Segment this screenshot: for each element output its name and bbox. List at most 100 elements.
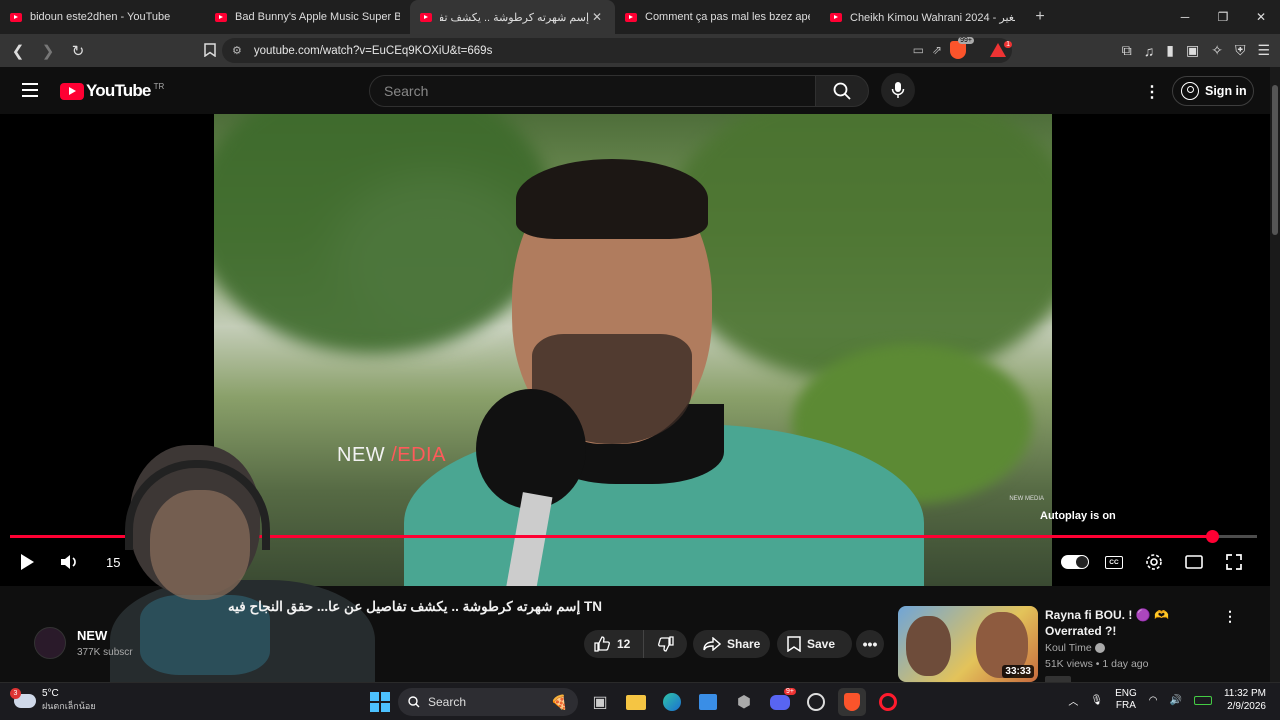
screenshot-icon[interactable]: ⧉ — [1122, 42, 1132, 59]
speaker-icon[interactable]: 🔊 — [1169, 695, 1181, 706]
new-tab-button[interactable]: + — [1025, 8, 1055, 26]
close-window-icon[interactable]: ✕ — [1242, 0, 1280, 34]
cloud-rain-icon: 3 — [10, 687, 36, 708]
screen: bidoun este2dhen - YouTube Bad Bunny's A… — [0, 0, 1280, 720]
channel-name[interactable]: NEW — [77, 628, 107, 643]
corner-watermark: NEW MEDIA — [1009, 496, 1044, 502]
battery-icon[interactable] — [1193, 695, 1212, 705]
tray-microphone-icon[interactable]: 🎙 — [1090, 695, 1103, 706]
verified-icon — [1094, 643, 1105, 654]
tab-title: bidoun este2dhen - YouTube — [30, 11, 171, 23]
voice-search-button[interactable] — [881, 73, 915, 107]
language-indicator[interactable]: ENG FRA — [1115, 688, 1137, 712]
address-bar[interactable]: ⚙ youtube.com/watch?v=EuCEq9KOXiU&t=669s… — [222, 37, 1012, 63]
back-icon[interactable]: ❮ — [6, 39, 30, 63]
site-settings-icon[interactable]: ⚙ — [232, 44, 242, 57]
volume-button[interactable] — [58, 548, 82, 576]
like-button[interactable]: 12 — [584, 630, 644, 658]
wallet-icon[interactable]: ▣ — [1186, 42, 1199, 59]
dislike-button[interactable] — [644, 636, 687, 652]
cast-icon[interactable]: ▭ — [913, 43, 924, 57]
windows-start-icon[interactable] — [370, 692, 390, 712]
search-placeholder: Search — [384, 83, 429, 99]
brave-browser-icon[interactable] — [838, 688, 866, 716]
autoplay-tooltip: Autoplay is on — [1040, 510, 1116, 522]
reload-icon[interactable]: ↻ — [66, 39, 90, 63]
youtube-favicon-icon — [10, 12, 22, 22]
media-icon[interactable]: ♫ — [1144, 43, 1155, 59]
browser-tab[interactable]: Bad Bunny's Apple Music Super Bowl — [205, 0, 410, 34]
window-controls: ─ ❐ ✕ — [1166, 0, 1280, 34]
youtube-favicon-icon — [830, 12, 842, 22]
play-button[interactable] — [15, 548, 39, 576]
store-icon[interactable] — [694, 688, 722, 716]
more-actions-button[interactable]: ••• — [856, 630, 884, 658]
clock[interactable]: 11:32 PM 2/9/2026 — [1224, 687, 1266, 713]
subtitles-button[interactable]: CC — [1102, 548, 1126, 576]
wifi-icon[interactable]: ◠ — [1149, 695, 1158, 706]
guide-menu-icon[interactable] — [22, 83, 38, 97]
search-button[interactable] — [815, 75, 869, 107]
brave-shields-icon[interactable]: 99+ — [950, 37, 974, 59]
sign-in-button[interactable]: Sign in — [1172, 76, 1254, 106]
recommended-more-icon[interactable]: ⋮ — [1223, 608, 1237, 625]
save-button[interactable]: Save — [777, 630, 852, 658]
browser-tab-strip: bidoun este2dhen - YouTube Bad Bunny's A… — [0, 0, 1280, 34]
browser-tab[interactable]: bidoun este2dhen - YouTube — [0, 0, 205, 34]
file-explorer-icon[interactable] — [622, 688, 650, 716]
theater-mode-button[interactable] — [1182, 548, 1206, 576]
time: 11:32 PM — [1223, 688, 1266, 699]
app-icon[interactable]: ⬢ — [730, 688, 758, 716]
youtube-favicon-icon — [420, 12, 432, 22]
recommended-channel[interactable]: Koul Time — [1045, 642, 1105, 654]
share-arrow-icon — [703, 637, 721, 651]
recommended-thumbnail[interactable]: 33:33 — [898, 606, 1038, 682]
browser-tab[interactable]: Comment ça pas mal les bzez apex ? — [615, 0, 820, 34]
sidebar-icon[interactable]: ▮ — [1166, 42, 1174, 59]
like-dislike-group: 12 — [584, 630, 687, 658]
fullscreen-button[interactable] — [1222, 548, 1246, 576]
forward-icon[interactable]: ❯ — [36, 39, 60, 63]
steam-icon[interactable] — [802, 688, 830, 716]
youtube-logo[interactable]: YouTube TR — [60, 81, 164, 101]
country-code: TR — [153, 81, 165, 91]
taskbar-search[interactable]: Search 🍕 — [398, 688, 578, 716]
discord-icon[interactable]: 9+ — [766, 688, 796, 716]
tray-overflow-icon[interactable]: ︿ — [1068, 693, 1078, 708]
brave-rewards-icon[interactable]: 1 — [990, 41, 1012, 57]
leo-ai-icon[interactable]: ✧ — [1211, 42, 1223, 59]
date: 2/9/2026 — [1227, 701, 1266, 712]
browser-tab[interactable]: Cheikh Kimou Wahrani 2024 - وصغير — [820, 0, 1025, 34]
settings-kebab-icon[interactable]: ⋮ — [1144, 82, 1160, 102]
autoplay-toggle[interactable] — [1060, 548, 1090, 576]
discord-badge: 9+ — [784, 688, 796, 695]
browser-tab-active[interactable]: إسم شهرته كرطوشة .. يكشف تفاصيل ✕ — [410, 0, 615, 34]
restore-icon[interactable]: ❐ — [1204, 0, 1242, 34]
tab-title: Bad Bunny's Apple Music Super Bowl — [235, 11, 400, 23]
fullscreen-icon — [1226, 554, 1242, 570]
channel-avatar[interactable] — [34, 627, 66, 659]
sign-in-label: Sign in — [1205, 84, 1247, 98]
menu-icon[interactable]: ☰ — [1257, 42, 1270, 59]
edge-icon[interactable] — [658, 688, 686, 716]
weather-widget[interactable]: 3 5°C ฝนตกเล็กน้อย — [10, 687, 96, 713]
scrollbar-thumb[interactable] — [1272, 85, 1278, 235]
settings-button[interactable] — [1142, 548, 1166, 576]
tab-close-icon[interactable]: ✕ — [589, 10, 605, 24]
recommended-title[interactable]: Rayna fi BOU. ! 🟣 🫶 Overrated ?! — [1045, 607, 1220, 639]
theater-mode-icon — [1185, 555, 1203, 569]
address-bar-actions: ▭ ⇗ 99+ 1 — [913, 37, 1012, 59]
share-page-icon[interactable]: ⇗ — [932, 43, 942, 57]
bookmark-icon[interactable] — [198, 38, 222, 62]
more-horizontal-icon: ••• — [862, 636, 878, 652]
scrubber-handle[interactable] — [1206, 530, 1220, 543]
search-icon — [833, 82, 851, 100]
page-scrollbar[interactable] — [1270, 67, 1280, 682]
search-input[interactable]: Search — [369, 75, 816, 107]
bookmark-icon — [787, 636, 801, 652]
vpn-icon[interactable]: ⛨ — [1235, 42, 1246, 59]
share-button[interactable]: Share — [693, 630, 770, 658]
opera-icon[interactable] — [874, 688, 902, 716]
task-view-icon[interactable]: ▣ — [586, 688, 614, 716]
minimize-icon[interactable]: ─ — [1166, 0, 1204, 34]
